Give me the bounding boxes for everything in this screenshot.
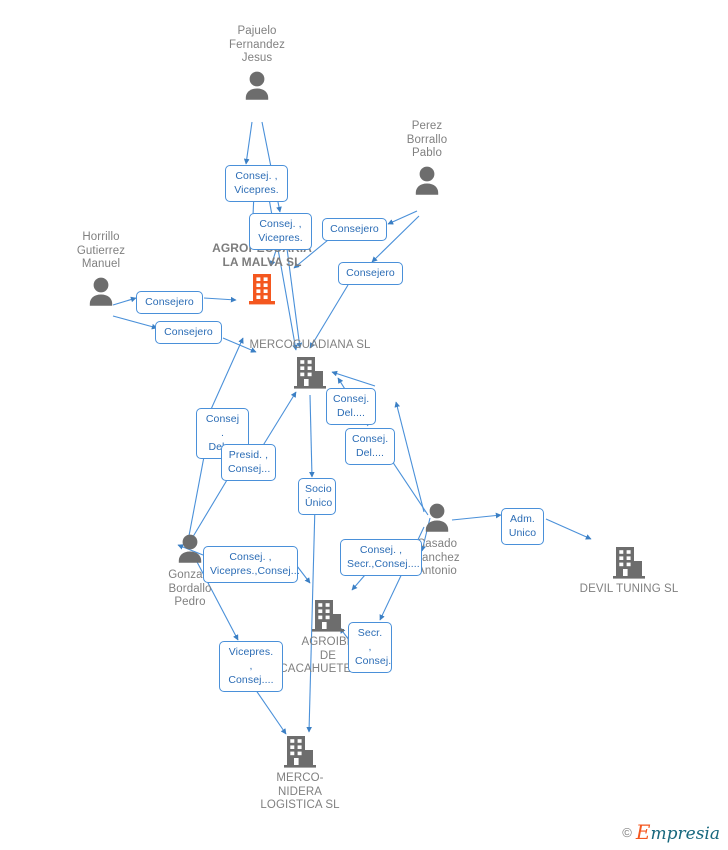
brand-initial: E — [635, 820, 651, 844]
person-icon — [187, 68, 327, 104]
building-icon-orange — [192, 271, 332, 307]
role-badge[interactable]: Consej. , Vicepres. — [225, 165, 288, 202]
node-label: MERCO- NIDERA LOGISTICA SL — [260, 772, 340, 811]
role-badge[interactable]: Vicepres. , Consej.... — [219, 641, 283, 692]
node-pajuelo-fernandez-jesus[interactable]: Pajuelo Fernandez Jesus — [187, 25, 327, 104]
building-icon — [559, 545, 699, 581]
person-icon — [367, 500, 507, 536]
role-badge[interactable]: Adm. Unico — [501, 508, 544, 545]
role-badge[interactable]: Presid. , Consej... — [221, 444, 276, 481]
node-devil-tuning-sl[interactable]: DEVIL TUNING SL — [559, 545, 699, 597]
node-label: DEVIL TUNING SL — [579, 583, 679, 595]
node-mercoguadiana-sl[interactable]: MERCOGUADIANA SL — [240, 339, 380, 391]
node-label: MERCOGUADIANA SL — [249, 339, 371, 351]
node-label: Perez Borrallo Pablo — [406, 120, 448, 159]
person-icon — [357, 163, 497, 199]
role-badge[interactable]: Socio Único — [298, 478, 336, 515]
role-badge[interactable]: Consej. , Secr.,Consej.... — [340, 539, 422, 576]
building-icon — [230, 734, 370, 770]
role-badge[interactable]: Consej. Del.... — [345, 428, 395, 465]
role-badge[interactable]: Consej. , Vicepres.,Consej... — [203, 546, 300, 583]
brand-logo: Empresia — [636, 820, 720, 844]
role-badge[interactable]: Consej. , Vicepres. — [249, 213, 312, 250]
role-badge[interactable]: Consejero — [322, 218, 387, 241]
relations-diagram-canvas: Pajuelo Fernandez Jesus Perez Borrallo P… — [0, 0, 728, 850]
brand-name: mpresia — [650, 824, 721, 844]
copyright-icon: © — [622, 824, 632, 840]
empresia-watermark: © Empresia — [622, 820, 720, 844]
node-label: Horrillo Gutierrez Manuel — [76, 231, 126, 270]
role-badge[interactable]: Consej. Del.... — [326, 388, 376, 425]
node-merco-nidera-logistica-sl[interactable]: MERCO- NIDERA LOGISTICA SL — [230, 734, 370, 813]
role-badge[interactable]: Consejero — [136, 291, 203, 314]
role-badge[interactable]: Secr. , Consej. — [348, 622, 392, 673]
node-label: Pajuelo Fernandez Jesus — [229, 25, 285, 64]
node-perez-borrallo-pablo[interactable]: Perez Borrallo Pablo — [357, 120, 497, 199]
node-agropecuaria-la-malva-sl[interactable]: AGROPECUARIA LA MALVA SL — [192, 241, 332, 307]
role-badge[interactable]: Consejero — [338, 262, 403, 285]
building-icon — [240, 355, 380, 391]
role-badge[interactable]: Consejero — [155, 321, 222, 344]
